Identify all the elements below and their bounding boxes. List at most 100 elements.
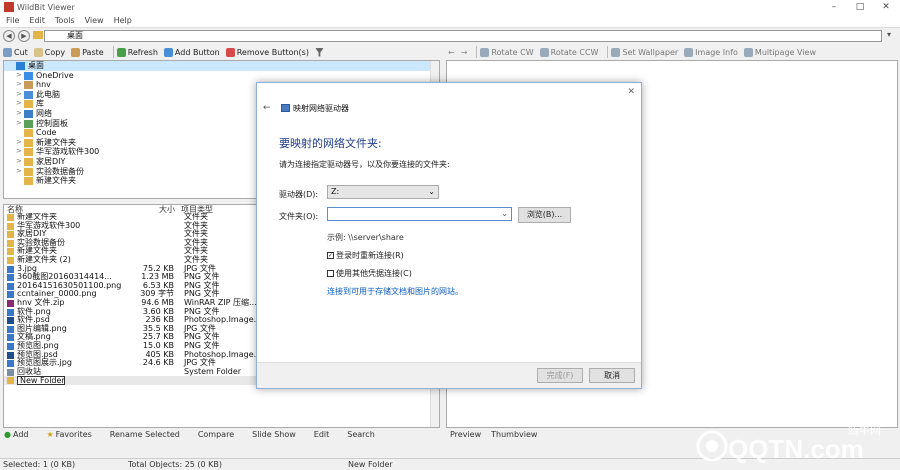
info-icon	[684, 47, 694, 57]
tree-item-label: 实验数据备份	[36, 166, 84, 176]
cancel-button[interactable]: 取消	[589, 368, 635, 383]
multipage-view-button[interactable]: Multipage View	[743, 47, 816, 57]
close-button[interactable]: ✕	[874, 0, 898, 14]
tree-expand-icon[interactable]: >	[16, 138, 24, 148]
rotate-ccw-button[interactable]: Rotate CCW	[539, 47, 598, 57]
tree-expand-icon[interactable]: >	[16, 90, 24, 100]
search-button[interactable]: Search	[347, 430, 374, 439]
file-name: 回收站	[17, 366, 41, 376]
add-button-label: Add Button	[174, 47, 220, 57]
checkbox-checked-icon: ✓	[327, 252, 334, 259]
back-button[interactable]: ◀	[3, 30, 15, 42]
tree-item-label: 库	[36, 99, 44, 109]
folder-icon	[24, 100, 33, 109]
copy-label: Copy	[44, 47, 66, 57]
cut-button[interactable]: Cut	[3, 47, 28, 57]
file-type-icon	[7, 214, 14, 221]
refresh-label: Refresh	[127, 47, 158, 57]
website-link[interactable]: 连接到可用于存储文档和图片的网站。	[327, 286, 463, 297]
file-type-icon	[7, 299, 14, 307]
tree-expand-icon[interactable]: >	[16, 99, 24, 109]
close-icon[interactable]: ✕	[627, 87, 635, 97]
set-wallpaper-button[interactable]: Set Wallpaper	[611, 47, 679, 57]
tree-item-label: 控制面板	[36, 118, 68, 128]
menu-edit[interactable]: Edit	[29, 16, 45, 25]
browse-button[interactable]: 浏览(B)...	[518, 207, 571, 223]
drive-label: 驱动器(D):	[279, 190, 319, 199]
tree-expand-icon[interactable]: >	[16, 109, 24, 119]
multipage-icon	[743, 47, 753, 57]
filter-button[interactable]	[314, 47, 326, 57]
chevron-down-icon[interactable]: ▾	[883, 30, 895, 42]
copy-button[interactable]: Copy	[33, 47, 66, 57]
dialog-footer: 完成(F) 取消	[257, 362, 641, 388]
tree-item-label: 新建文件夹	[36, 137, 76, 147]
nav-back-arrow[interactable]: ←	[448, 48, 455, 57]
dialog-title: 映射网络驱动器	[293, 104, 349, 113]
refresh-button[interactable]: Refresh	[116, 47, 158, 57]
remove-buttons-button[interactable]: Remove Button(s)	[225, 47, 309, 57]
file-type-icon	[7, 239, 14, 247]
compare-button[interactable]: Compare	[198, 430, 234, 439]
favorites-button[interactable]: Favorites	[56, 430, 92, 439]
menu-file[interactable]: File	[6, 16, 19, 25]
folder-icon	[24, 138, 33, 147]
wallpaper-icon	[611, 47, 621, 57]
nav-forward-arrow[interactable]: →	[461, 48, 468, 57]
maximize-button[interactable]: □	[848, 0, 872, 14]
reconnect-checkbox[interactable]: ✓ 登录时重新连接(R)	[327, 250, 404, 261]
folder-icon	[33, 31, 43, 39]
tree-expand-icon[interactable]: >	[16, 80, 24, 90]
chevron-down-icon[interactable]: ⌄	[501, 209, 508, 218]
rename-selected-button[interactable]: Rename Selected	[110, 430, 180, 439]
slide-show-button[interactable]: Slide Show	[252, 430, 296, 439]
edit-button[interactable]: Edit	[314, 430, 330, 439]
refresh-icon	[116, 47, 126, 57]
back-arrow-icon[interactable]: ←	[263, 103, 271, 113]
tree-item-label: 华军游戏软件300	[36, 147, 100, 157]
file-type-icon	[7, 325, 14, 333]
toolbar-divider	[476, 46, 478, 58]
right-toolbar: ← → Rotate CW Rotate CCW Set Wallpaper I…	[448, 44, 898, 60]
set-wallpaper-label: Set Wallpaper	[622, 47, 679, 57]
rotate-cw-button[interactable]: Rotate CW	[480, 47, 534, 57]
menu-view[interactable]: View	[85, 16, 104, 25]
file-type-icon	[7, 222, 14, 230]
folder-input[interactable]: ⌄	[327, 207, 512, 221]
tree-item[interactable]: > OneDrive	[4, 71, 439, 81]
minimize-button[interactable]: –	[822, 0, 846, 14]
menu-help[interactable]: Help	[114, 16, 132, 25]
folder-icon	[24, 109, 33, 118]
file-type-icon	[7, 342, 14, 350]
finish-button[interactable]: 完成(F)	[537, 368, 583, 383]
file-type-icon	[7, 351, 14, 359]
address-input[interactable]: 桌面	[44, 30, 882, 42]
paste-button[interactable]: Paste	[71, 47, 104, 57]
file-type-icon	[7, 231, 14, 239]
tree-expand-icon[interactable]: >	[16, 147, 24, 157]
rotate-cw-icon	[480, 47, 490, 57]
credentials-checkbox[interactable]: 使用其他凭据连接(C)	[327, 268, 412, 279]
tree-expand-icon[interactable]: >	[16, 119, 24, 129]
tree-expand-icon[interactable]: >	[16, 71, 24, 81]
tab-thumbview[interactable]: Thumbview	[491, 430, 537, 439]
window-title: WildBit Viewer	[17, 2, 75, 12]
tree-item[interactable]: 桌面	[4, 61, 439, 71]
dialog-heading: 要映射的网络文件夹:	[279, 137, 382, 150]
drive-select[interactable]: Z: ⌄	[327, 185, 439, 199]
menu-tools[interactable]: Tools	[55, 16, 75, 25]
folder-icon	[24, 119, 33, 128]
status-total: Total Objects: 25 (0 KB)	[128, 460, 223, 469]
status-selected: Selected: 1 (0 KB)	[3, 460, 76, 469]
menu-bar: File Edit Tools View Help	[0, 14, 900, 28]
tree-expand-icon[interactable]: >	[16, 167, 24, 177]
map-network-drive-dialog: ✕ ← 映射网络驱动器 要映射的网络文件夹: 请为连接指定驱动器号，以及你要连接…	[256, 82, 642, 389]
forward-button[interactable]: ▶	[18, 30, 30, 42]
add-button[interactable]: Add	[13, 430, 29, 439]
cut-label: Cut	[14, 47, 28, 57]
image-info-button[interactable]: Image Info	[684, 47, 738, 57]
chevron-down-icon: ⌄	[428, 187, 435, 196]
add-button-button[interactable]: Add Button	[163, 47, 220, 57]
tree-expand-icon[interactable]: >	[16, 157, 24, 167]
tab-preview[interactable]: Preview	[450, 430, 481, 439]
